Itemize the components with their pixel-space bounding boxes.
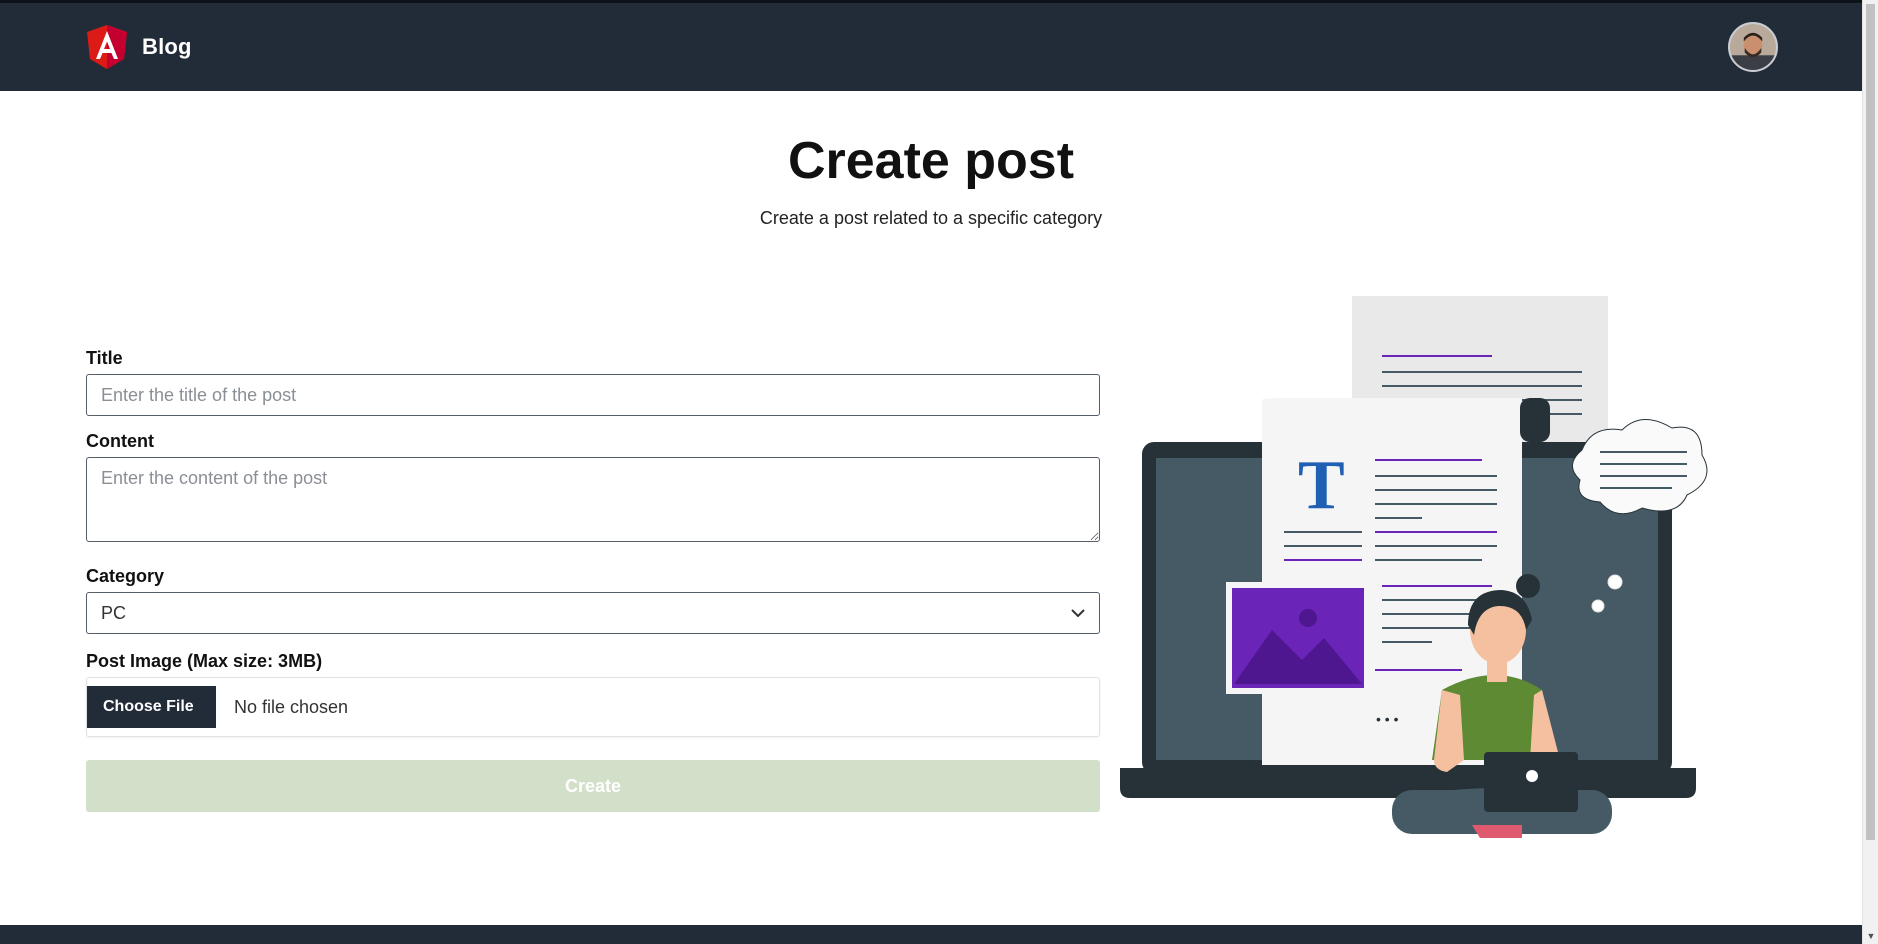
document-ellipsis: • • •: [1376, 711, 1399, 727]
scroll-thumb[interactable]: [1866, 4, 1875, 840]
file-upload-field: Choose File No file chosen: [86, 677, 1100, 737]
brand-name: Blog: [142, 34, 192, 59]
document-letter: T: [1298, 447, 1345, 524]
choose-file-button[interactable]: Choose File: [87, 686, 216, 728]
page-header: Create post Create a post related to a s…: [0, 128, 1862, 229]
category-select[interactable]: PC: [86, 592, 1100, 634]
footer-bar: [0, 925, 1862, 944]
file-status-text: No file chosen: [234, 696, 349, 717]
blog-illustration: T • • •: [1120, 296, 1708, 838]
post-image-label: Post Image (Max size: 3MB): [86, 651, 323, 671]
category-label: Category: [86, 566, 165, 586]
scroll-down-arrow[interactable]: ▼: [1865, 930, 1877, 942]
angular-logo-icon: [87, 25, 127, 69]
top-navbar: Blog: [0, 0, 1862, 91]
title-input[interactable]: [86, 374, 1100, 416]
page-subtitle: Create a post related to a specific cate…: [759, 208, 1103, 228]
brand-link[interactable]: Blog: [86, 24, 192, 70]
create-button[interactable]: Create: [86, 760, 1100, 812]
content-textarea[interactable]: [86, 457, 1100, 542]
title-label: Title: [86, 348, 123, 368]
chevron-down-icon: [1071, 608, 1085, 617]
page-scrollbar[interactable]: ▲ ▼: [1862, 0, 1878, 944]
avatar-image: [1730, 24, 1776, 70]
page-title: Create post: [787, 132, 1075, 190]
user-avatar[interactable]: [1728, 22, 1778, 72]
create-post-form: Title Content Category PC Post Image (Ma…: [86, 348, 1100, 812]
content-label: Content: [86, 431, 154, 451]
category-selected-value: PC: [101, 602, 127, 623]
